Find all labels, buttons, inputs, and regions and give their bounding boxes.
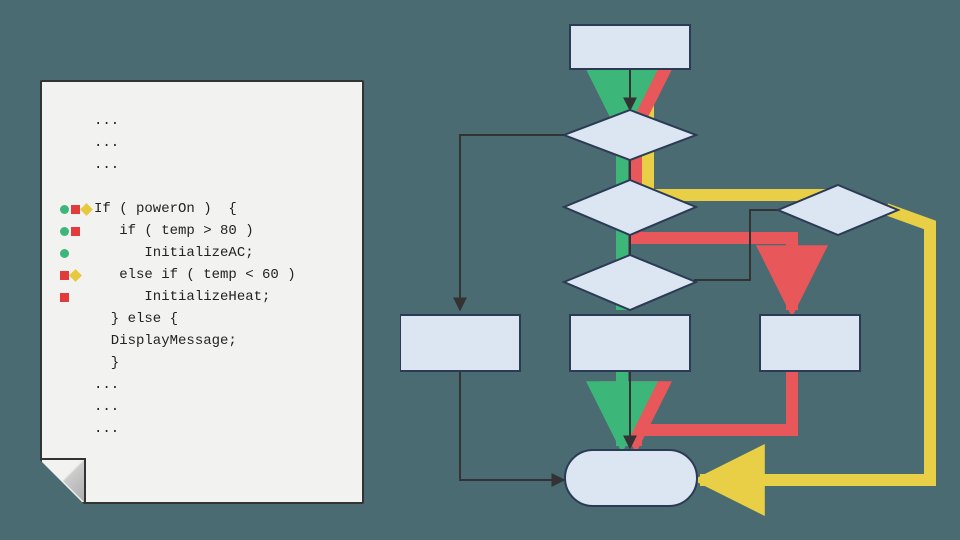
marker-yellow-diamond xyxy=(69,269,82,282)
node-cond-powerOn xyxy=(564,110,696,160)
node-start xyxy=(570,25,690,69)
node-cond-tempHot xyxy=(564,180,696,235)
code-line: } xyxy=(60,352,344,374)
code-line: InitializeHeat; xyxy=(60,286,344,308)
code-line: } else { xyxy=(60,308,344,330)
flowchart xyxy=(400,0,960,540)
code-text: ... xyxy=(94,418,119,440)
code-text: else if ( temp < 60 ) xyxy=(94,264,296,286)
marker-green-circle xyxy=(60,227,69,236)
code-text: if ( temp > 80 ) xyxy=(94,220,254,242)
marker-red-square xyxy=(71,227,80,236)
marker-green-circle xyxy=(60,205,69,214)
code-text: InitializeAC; xyxy=(94,242,254,264)
node-display-message xyxy=(400,315,520,371)
line-markers xyxy=(60,205,94,214)
code-line: ... xyxy=(60,132,344,154)
node-init-heat xyxy=(760,315,860,371)
marker-green-circle xyxy=(60,249,69,258)
code-line: DisplayMessage; xyxy=(60,330,344,352)
code-text: } else { xyxy=(94,308,178,330)
code-block: ......... If ( powerOn ) { if ( temp > 80… xyxy=(42,82,362,458)
node-end xyxy=(565,450,697,506)
code-line: InitializeAC; xyxy=(60,242,344,264)
code-line xyxy=(60,176,344,198)
code-line: if ( temp > 80 ) xyxy=(60,220,344,242)
marker-red-square xyxy=(60,293,69,302)
code-text: DisplayMessage; xyxy=(94,330,237,352)
code-text: ... xyxy=(94,154,119,176)
code-line: ... xyxy=(60,374,344,396)
code-text: ... xyxy=(94,132,119,154)
code-line: ... xyxy=(60,110,344,132)
line-markers xyxy=(60,271,94,280)
code-text: } xyxy=(94,352,119,374)
code-text: ... xyxy=(94,110,119,132)
marker-yellow-diamond xyxy=(80,203,93,216)
code-paper: ......... If ( powerOn ) { if ( temp > 80… xyxy=(40,80,364,504)
code-text: InitializeHeat; xyxy=(94,286,270,308)
node-cond-tempCold xyxy=(564,255,696,310)
node-init-ac xyxy=(570,315,690,371)
code-text: ... xyxy=(94,374,119,396)
code-text: If ( powerOn ) { xyxy=(94,198,237,220)
line-markers xyxy=(60,227,94,236)
line-markers xyxy=(60,249,94,258)
code-text: ... xyxy=(94,396,119,418)
code-line: If ( powerOn ) { xyxy=(60,198,344,220)
code-line: ... xyxy=(60,418,344,440)
code-line: ... xyxy=(60,154,344,176)
code-line: ... xyxy=(60,396,344,418)
line-markers xyxy=(60,293,94,302)
code-line: else if ( temp < 60 ) xyxy=(60,264,344,286)
